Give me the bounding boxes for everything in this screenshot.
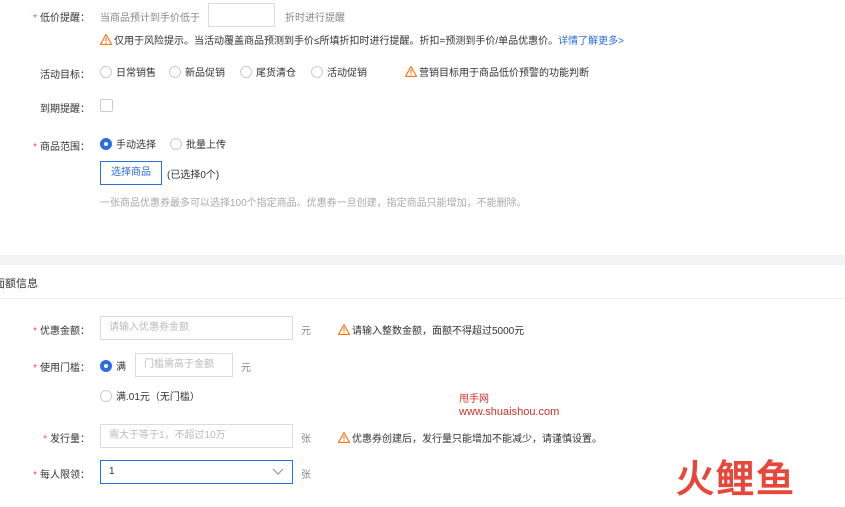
activity-goal-label: 活动目标：	[40, 70, 90, 81]
low-price-label: * 低价提醒：	[33, 13, 90, 24]
product-scope-radio-batch[interactable]: 批量上传	[170, 136, 226, 151]
low-price-suffix: 折时进行提醒	[285, 13, 345, 24]
activity-goal-radio-new[interactable]: 新品促销	[169, 64, 225, 79]
radio-icon	[169, 66, 181, 78]
quantity-unit: 张	[301, 434, 311, 445]
product-scope-hint: 一张商品优惠券最多可以选择100个指定商品。优惠券一旦创建，指定商品只能增加，不…	[100, 198, 527, 209]
expiry-reminder-label: 到期提醒：	[40, 104, 90, 115]
select-products-button[interactable]: 选择商品	[100, 161, 162, 185]
activity-goal-radio-clearance[interactable]: 尾货清仓	[240, 64, 296, 79]
radio-icon	[100, 390, 112, 402]
limit-unit: 张	[301, 470, 311, 481]
low-price-prefix: 当商品预计到手价低于	[100, 13, 200, 24]
amount-input[interactable]: 请输入优惠券金额	[100, 316, 293, 340]
radio-selected-icon	[100, 138, 112, 150]
activity-goal-radio-promo[interactable]: 活动促销	[311, 64, 367, 79]
learn-more-link[interactable]: 详情了解更多>	[558, 36, 624, 47]
amount-label: * 优惠金额：	[33, 326, 90, 337]
warning-icon	[337, 323, 351, 336]
limit-select-value: 1	[109, 466, 115, 477]
product-scope-radio-manual[interactable]: 手动选择	[100, 136, 156, 151]
product-scope-label: * 商品范围：	[33, 142, 90, 153]
amount-unit: 元	[301, 326, 311, 337]
section-divider	[0, 255, 845, 265]
watermark-logo: 火鲤鱼	[676, 458, 796, 502]
radio-icon	[311, 66, 323, 78]
section-title: 面额信息	[0, 278, 38, 290]
warning-icon	[337, 431, 351, 444]
radio-icon	[100, 66, 112, 78]
section-title-underline	[0, 298, 845, 299]
watermark-site-url: www.shuaishou.com	[459, 406, 560, 418]
activity-goal-warning: 营销目标用于商品低价预警的功能判断	[404, 64, 589, 79]
quantity-warning: 优惠券创建后，发行量只能增加不能减少，请谨慎设置。	[337, 430, 602, 445]
threshold-radio-full[interactable]: 满	[100, 358, 126, 373]
amount-warning: 请输入整数金额，面额不得超过5000元	[337, 322, 524, 337]
quantity-label: * 发行量：	[43, 434, 90, 445]
limit-label: * 每人限领：	[33, 470, 90, 481]
quantity-input[interactable]: 需大于等于1，不超过10万	[100, 424, 293, 448]
activity-goal-radio-daily[interactable]: 日常销售	[100, 64, 156, 79]
threshold-unit: 元	[241, 363, 251, 374]
chevron-down-icon	[272, 461, 284, 492]
watermark-logo-text: 火鲤鱼	[676, 459, 797, 501]
low-price-discount-input[interactable]	[208, 3, 275, 27]
warning-icon	[404, 65, 418, 78]
warning-icon	[99, 33, 113, 46]
threshold-input[interactable]: 门槛需高于金额	[135, 353, 233, 377]
threshold-label: * 使用门槛：	[33, 363, 90, 374]
threshold-radio-none[interactable]: 满.01元（无门槛）	[100, 388, 200, 403]
selected-count: (已选择0个)	[167, 170, 220, 181]
radio-icon	[170, 138, 182, 150]
radio-selected-icon	[100, 360, 112, 372]
watermark-site-name: 甩手网	[459, 394, 489, 405]
low-price-warning: 仅用于风险提示。当活动覆盖商品预测到手价≤所填折扣时进行提醒。折扣=预测到手价/…	[99, 32, 624, 47]
radio-icon	[240, 66, 252, 78]
expiry-reminder-checkbox[interactable]	[100, 99, 113, 112]
limit-select[interactable]: 1	[100, 460, 293, 484]
